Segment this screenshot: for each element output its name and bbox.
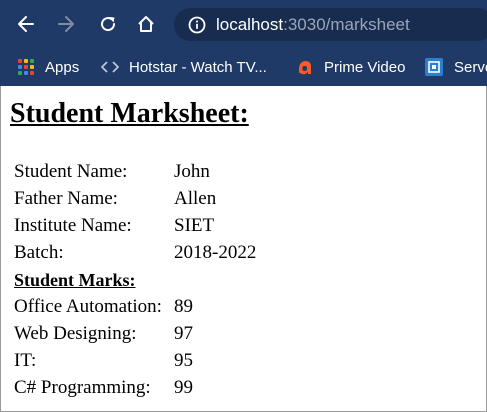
prime-video-icon (298, 61, 311, 75)
detail-label: Student Name: (14, 161, 128, 182)
subject-label: C# Programming: (14, 377, 151, 398)
bookmark-label: Prime Video (324, 58, 406, 76)
bookmark-prime-video[interactable]: Prime Video (296, 48, 405, 86)
detail-label: Father Name: (14, 188, 118, 209)
subject-score: 97 (174, 323, 193, 344)
detail-label: Institute Name: (14, 215, 132, 236)
server-icon (425, 58, 443, 76)
info-icon[interactable] (188, 16, 206, 34)
subject-score: 89 (174, 296, 193, 317)
subject-label: IT: (14, 350, 37, 371)
subject-label: Office Automation: (14, 296, 162, 317)
detail-value: 2018-2022 (174, 242, 257, 263)
url-path: :3030/marksheet (283, 14, 410, 34)
bookmark-hotstar[interactable]: Hotstar - Watch TV... (101, 48, 267, 86)
url-host: localhost (216, 14, 284, 34)
bookmark-label: Hotstar - Watch TV... (129, 58, 267, 76)
address-bar[interactable]: localhost:3030/marksheet (174, 8, 487, 41)
forward-button[interactable] (54, 12, 78, 36)
detail-value: John (174, 161, 210, 182)
home-icon (138, 16, 154, 32)
marks-heading: Student Marks: (14, 270, 136, 290)
bookmark-label: Apps (45, 58, 80, 76)
subject-score: 99 (174, 377, 193, 398)
subject-label: Web Designing: (14, 323, 137, 344)
detail-label: Batch: (14, 242, 64, 263)
home-button[interactable] (134, 12, 158, 36)
detail-value: SIET (174, 215, 215, 236)
page-title: Student Marksheet: (10, 98, 249, 129)
bookmark-serve[interactable]: Serve (424, 48, 487, 86)
url-text[interactable]: localhost:3030/marksheet (216, 15, 410, 35)
apps-grid-icon (18, 58, 35, 76)
code-brackets-icon (101, 61, 119, 73)
reload-icon (101, 17, 116, 32)
subject-score: 95 (174, 350, 193, 371)
reload-button[interactable] (96, 12, 120, 36)
bookmark-label: Serve (454, 58, 487, 76)
detail-value: Allen (174, 188, 217, 209)
arrow-right-icon (58, 16, 74, 32)
bookmarks-bar: Apps Hotstar - Watch TV... Prime Video S… (0, 48, 487, 86)
back-button[interactable] (14, 12, 38, 36)
arrow-left-icon (18, 16, 34, 32)
bookmark-apps[interactable]: Apps (18, 48, 79, 86)
browser-toolbar: localhost:3030/marksheet (0, 0, 487, 48)
